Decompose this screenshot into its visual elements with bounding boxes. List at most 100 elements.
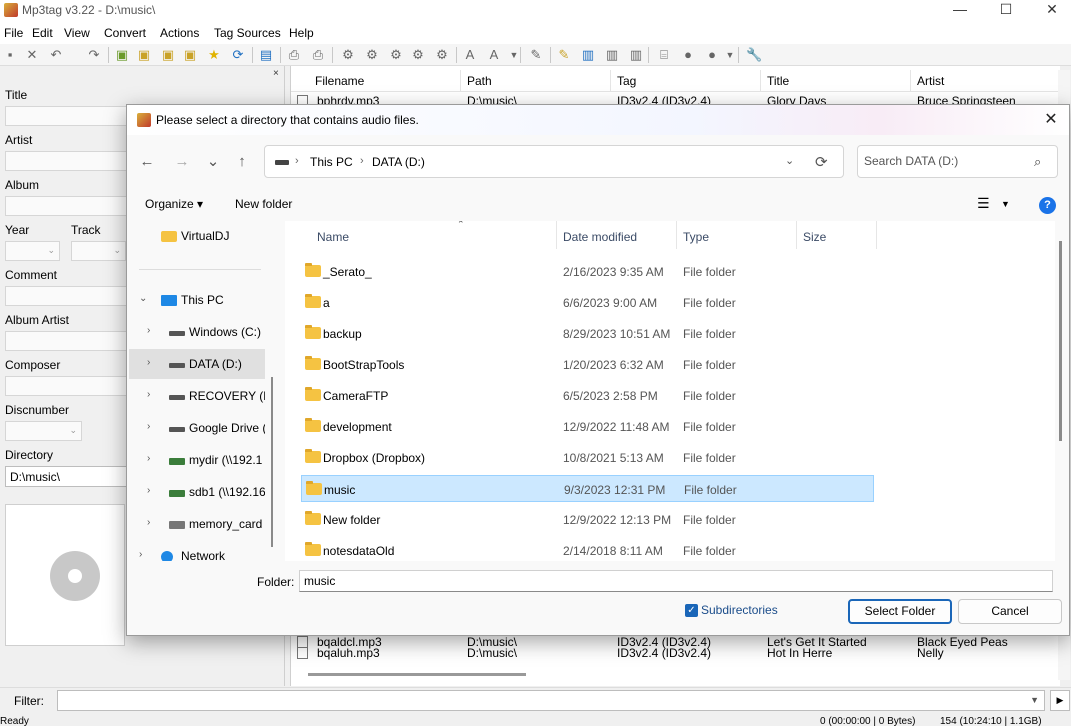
cover-art-box[interactable] <box>5 504 125 646</box>
maximize-button[interactable]: ☐ <box>983 0 1029 22</box>
folder-row[interactable]: a 6/6/2023 9:00 AM File folder <box>301 289 874 316</box>
open-folder-icon[interactable]: ▣ <box>160 47 176 63</box>
nav-item-this-pc[interactable]: ⌄ This PC <box>129 285 265 315</box>
chevron-right-icon[interactable]: › <box>147 325 150 336</box>
tag-panel-icon[interactable]: ✎ <box>556 47 572 63</box>
close-tag-panel-icon[interactable]: × <box>273 68 279 79</box>
discogs-icon[interactable]: ● <box>704 47 720 63</box>
column-title[interactable]: Title <box>761 70 911 92</box>
nav-item-google-drive[interactable]: › Google Drive ( <box>129 413 265 443</box>
search-box[interactable]: ⌕ <box>857 145 1058 178</box>
add-directory-icon[interactable]: ▣ <box>136 47 152 63</box>
nav-item-data-d[interactable]: › DATA (D:) <box>129 349 265 379</box>
view-options-icon[interactable]: ☰ <box>977 195 990 212</box>
freedb-icon[interactable]: ⌸ <box>656 47 672 63</box>
menu-actions[interactable]: Actions <box>160 26 199 40</box>
dialog-close-button[interactable]: ✕ <box>1040 109 1062 131</box>
extended-tags-icon[interactable]: ▥ <box>580 47 596 63</box>
address-bar[interactable]: › This PC › DATA (D:) ⌄ ⟳ <box>264 145 844 178</box>
save-icon[interactable]: ▪ <box>2 47 18 63</box>
menu-convert[interactable]: Convert <box>104 26 146 40</box>
column-type[interactable]: Type <box>677 221 797 249</box>
text-to-tag-icon[interactable]: ⚙ <box>410 47 426 63</box>
navigation-pane-scrollbar[interactable] <box>271 377 273 547</box>
column-date-modified[interactable]: Date modified <box>557 221 677 249</box>
search-icon[interactable]: ⌕ <box>1034 154 1041 170</box>
recent-locations-icon[interactable]: ⌄ <box>202 151 224 173</box>
folder-row[interactable]: Dropbox (Dropbox) 10/8/2021 5:13 AM File f… <box>301 444 874 471</box>
filename-to-tag-icon[interactable]: ⚙ <box>364 47 380 63</box>
tag-to-tag-icon[interactable]: ⚙ <box>388 47 404 63</box>
folder-row[interactable]: BootStrapTools 1/20/2023 6:32 AM File fold… <box>301 351 874 378</box>
chevron-down-icon[interactable]: ⌄ <box>139 293 147 304</box>
chevron-down-icon[interactable]: ▼ <box>1030 695 1039 705</box>
folder-row[interactable]: backup 8/29/2023 10:51 AM File folder <box>301 320 874 347</box>
menu-view[interactable]: View <box>64 26 90 40</box>
search-input[interactable] <box>864 154 1024 168</box>
chevron-right-icon[interactable]: › <box>147 357 150 368</box>
text-format-icon[interactable]: A <box>486 47 502 63</box>
folder-name-input[interactable] <box>299 570 1053 592</box>
list-view-icon[interactable]: ▤ <box>258 47 274 63</box>
year-field[interactable]: ⌄ <box>5 241 60 261</box>
folder-row[interactable]: New folder 12/9/2022 12:13 PM File folder <box>301 506 874 533</box>
track-field[interactable]: ⌄ <box>71 241 126 261</box>
export-icon[interactable]: ⎙ <box>310 47 326 63</box>
forward-arrow-icon[interactable]: → <box>171 151 193 173</box>
change-directory-icon[interactable]: ▣ <box>114 47 130 63</box>
up-arrow-icon[interactable]: ↑ <box>231 151 253 173</box>
column-name[interactable]: Name ⌃ <box>311 221 557 249</box>
back-arrow-icon[interactable]: ← <box>136 151 158 173</box>
column-filename[interactable]: Filename <box>291 70 461 92</box>
menu-edit[interactable]: Edit <box>32 26 53 40</box>
favorite-folder-icon[interactable]: ▣ <box>182 47 198 63</box>
breadcrumb-this-pc[interactable]: This PC <box>310 155 353 169</box>
edit-icon[interactable]: ✎ <box>528 47 544 63</box>
nav-item-windows-c[interactable]: › Windows (C:) <box>129 317 265 347</box>
chevron-down-icon[interactable]: ▼ <box>1001 199 1010 209</box>
discnumber-field[interactable]: ⌄ <box>5 421 82 441</box>
nav-item-network[interactable]: › Network <box>129 541 265 561</box>
column-size[interactable]: Size <box>797 221 877 249</box>
column-tag[interactable]: Tag <box>611 70 761 92</box>
chevron-right-icon[interactable]: › <box>139 549 142 560</box>
folder-row[interactable]: _Serato_ 2/16/2023 9:35 AM File folder <box>301 258 874 285</box>
chevron-down-icon[interactable]: ⌄ <box>785 154 794 167</box>
column-artist[interactable]: Artist <box>911 70 1061 92</box>
refresh-icon[interactable]: ⟳ <box>815 153 828 171</box>
filter-go-button[interactable]: ▶ <box>1050 690 1070 711</box>
folder-row[interactable]: CameraFTP 6/5/2023 2:58 PM File folder <box>301 382 874 409</box>
refresh-icon[interactable]: ⟳ <box>230 47 246 63</box>
nav-item-virtualdj[interactable]: VirtualDJ <box>129 221 265 251</box>
playlist-icon[interactable]: ▥ <box>628 47 644 63</box>
chevron-right-icon[interactable]: › <box>147 421 150 432</box>
nav-item-mydir[interactable]: › mydir (\\192.1 <box>129 445 265 475</box>
menu-file[interactable]: File <box>4 26 23 40</box>
nav-item-memory-card[interactable]: › memory_card <box>129 509 265 539</box>
nav-item-recovery-e[interactable]: › RECOVERY (E:) <box>129 381 265 411</box>
close-button[interactable]: ✕ <box>1029 0 1071 22</box>
checkbox-checked-icon[interactable]: ✓ <box>685 604 698 617</box>
cancel-button[interactable]: Cancel <box>958 599 1062 624</box>
new-folder-button[interactable]: New folder <box>235 197 292 211</box>
menu-tag-sources[interactable]: Tag Sources <box>214 26 281 40</box>
favorites-star-icon[interactable]: ★ <box>206 47 222 63</box>
chevron-right-icon[interactable]: › <box>147 517 150 528</box>
folder-row[interactable]: music 9/3/2023 12:31 PM File folder <box>301 475 874 502</box>
help-icon[interactable]: ? <box>1039 197 1056 214</box>
chevron-right-icon[interactable]: › <box>147 485 150 496</box>
filter-input[interactable]: ▼ <box>57 690 1045 711</box>
chevron-right-icon[interactable]: › <box>147 389 150 400</box>
folder-row[interactable]: development 12/9/2022 11:48 AM File folder <box>301 413 874 440</box>
tag-sources-dropdown-icon[interactable]: ▼ <box>722 47 738 63</box>
redo-icon[interactable]: ↷ <box>86 47 102 63</box>
file-row[interactable]: bqaluh.mp3 D:\music\ ID3v2.4 (ID3v2.4) H… <box>291 644 1061 662</box>
menu-help[interactable]: Help <box>289 26 314 40</box>
remove-tag-icon[interactable]: ✕ <box>24 47 40 63</box>
case-conversion-icon[interactable]: A <box>462 47 478 63</box>
tag-to-text-icon[interactable]: ⚙ <box>434 47 450 63</box>
folder-row[interactable]: notesdataOld 2/14/2018 8:11 AM File folder <box>301 537 874 561</box>
web-source-icon[interactable]: ● <box>680 47 696 63</box>
folder-list-scrollbar[interactable] <box>1059 241 1062 441</box>
column-path[interactable]: Path <box>461 70 611 92</box>
